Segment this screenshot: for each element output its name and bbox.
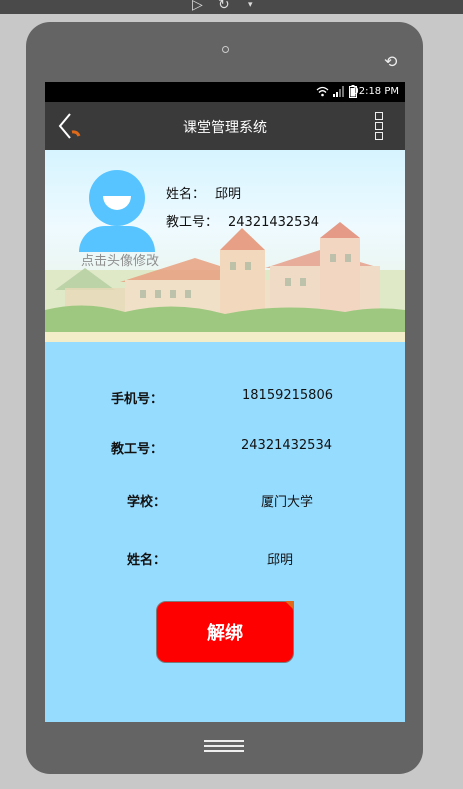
camera-icon — [222, 46, 229, 53]
rotate-icon[interactable]: ⟲ — [384, 52, 397, 71]
detail-label: 教工号： — [111, 442, 164, 457]
signal-icon — [333, 86, 344, 97]
detail-label: 手机号： — [111, 392, 164, 407]
profile-id-value: 24321432534 — [228, 215, 319, 230]
profile-id-label: 教工号： — [166, 215, 219, 230]
avatar-head — [89, 170, 145, 226]
app-screen: 02:18 PM 课堂管理系统 点击头像修改 姓名： 邱明 教工号： 24321… — [45, 82, 405, 722]
unbind-label: 解绑 — [207, 623, 243, 644]
detail-value: 18159215806 — [242, 388, 333, 403]
profile-name-value: 邱明 — [215, 187, 242, 202]
caret-down-icon[interactable]: ▾ — [248, 0, 253, 13]
avatar[interactable]: 点击头像修改 — [75, 168, 165, 269]
more-vertical-icon[interactable] — [375, 112, 385, 140]
profile-id: 教工号： 24321432534 — [166, 211, 319, 230]
wifi-icon — [316, 86, 329, 97]
status-time: 02:18 PM — [352, 86, 399, 97]
avatar-edit-label[interactable]: 点击头像修改 — [75, 250, 165, 269]
detail-label: 学校： — [127, 495, 167, 510]
profile-banner: 点击头像修改 姓名： 邱明 教工号： 24321432534 — [45, 150, 405, 342]
profile-name: 姓名： 邱明 — [166, 183, 241, 202]
detail-value: 邱明 — [267, 553, 294, 568]
app-bar: 课堂管理系统 — [45, 102, 405, 150]
page-title: 课堂管理系统 — [183, 120, 267, 136]
detail-value: 厦门大学 — [261, 495, 314, 510]
corner-marker — [285, 601, 294, 610]
detail-label: 姓名： — [127, 553, 167, 568]
profile-name-label: 姓名： — [166, 187, 206, 202]
detail-value: 24321432534 — [241, 438, 332, 453]
play-icon[interactable]: ▷ — [192, 0, 203, 13]
home-lines-icon[interactable] — [204, 740, 244, 752]
status-bar: 02:18 PM — [45, 82, 405, 102]
unbind-button[interactable]: 解绑 — [156, 601, 294, 663]
refresh-icon[interactable]: ↻ — [218, 0, 230, 13]
window-toolbar: ▷ ↻ ▾ — [0, 0, 463, 14]
avatar-body — [79, 226, 155, 252]
